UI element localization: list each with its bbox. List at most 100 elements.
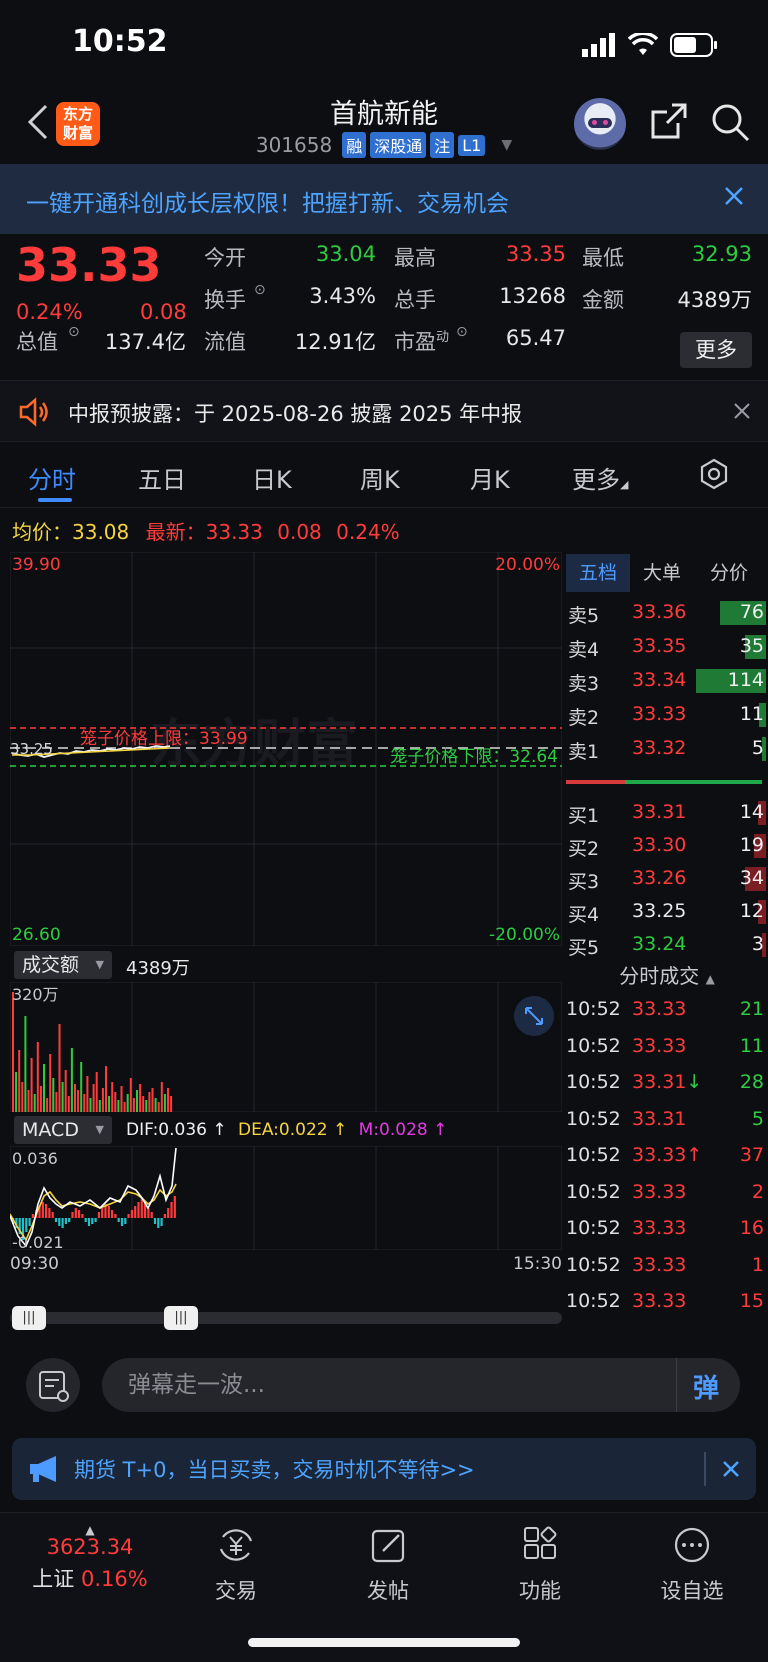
volume-bar xyxy=(61,1082,64,1112)
buy-level-row[interactable]: 买4 33.25 12 xyxy=(566,895,768,929)
prev-close-label: 33.25 xyxy=(10,740,53,758)
intraday-chart[interactable]: 东方财富 39.90 20.00% 26.60 -20.00% 33.25 笼子… xyxy=(9,551,563,947)
slider-handle-left[interactable]: ||| xyxy=(12,1306,46,1330)
amount-label: 金额 xyxy=(582,288,624,312)
tab-daily-k[interactable]: 日K xyxy=(252,460,292,495)
market-cap-value: 137.4亿 xyxy=(104,330,186,354)
macd-bar xyxy=(68,1218,71,1222)
tick-price-value: 33.33 xyxy=(632,998,687,1020)
level-label: 买1 xyxy=(568,805,600,827)
tab-five-day[interactable]: 五日 xyxy=(138,460,186,495)
tick-arrow: ↑ xyxy=(686,1144,703,1166)
tick-time: 10:52 xyxy=(566,998,621,1020)
ad-bar[interactable]: 期货 T+0，当日买卖，交易时机不等待>> xyxy=(12,1438,756,1500)
latest-value: 33.33 xyxy=(205,520,263,544)
macd-dif: DIF:0.036 ↑ xyxy=(126,1120,227,1140)
tab-big-order[interactable]: 大单 xyxy=(630,554,694,592)
volume-selector[interactable]: 成交额 ▼ xyxy=(14,951,112,979)
sell-level-row[interactable]: 卖3 33.34 114 xyxy=(566,664,768,698)
level-price: 33.30 xyxy=(632,834,687,856)
level-volume: 14 xyxy=(739,801,764,823)
volume-value: 13268 xyxy=(499,284,566,308)
chart-tabs: 分时 五日 日K 周K 月K 更多◢ xyxy=(0,442,768,508)
tick-row: 10:52 33.33 11 xyxy=(566,1029,768,1067)
chevron-down-icon[interactable]: ▼ xyxy=(501,137,512,153)
tick-title[interactable]: 分时成交 ▲ xyxy=(566,960,768,989)
volume-bar xyxy=(167,1088,169,1112)
tick-volume: 28 xyxy=(739,1071,764,1093)
tick-time: 10:52 xyxy=(566,1290,621,1312)
volume-bar xyxy=(92,1084,95,1112)
volume-bar xyxy=(89,1098,92,1112)
post-icon[interactable] xyxy=(26,1358,80,1412)
sell-level-row[interactable]: 卖5 33.36 76 xyxy=(566,596,768,630)
nav-trade[interactable]: 交易 xyxy=(176,1525,296,1605)
share-icon[interactable] xyxy=(650,102,688,140)
gear-icon[interactable] xyxy=(698,458,730,490)
macd-chart[interactable]: MACD ▼ DIF:0.036 ↑ DEA:0.022 ↑ M:0.028 ↑ … xyxy=(10,1112,562,1284)
macd-bar xyxy=(48,1208,51,1218)
level-volume: 35 xyxy=(739,635,764,657)
change-amount: 0.08 xyxy=(140,300,187,324)
promo-banner[interactable]: 一键开通科创成长层权限！把握打新、交易机会 xyxy=(0,164,768,234)
level-price: 33.35 xyxy=(632,635,687,657)
sell-level-row[interactable]: 卖4 33.35 35 xyxy=(566,630,768,664)
tick-row: 10:52 33.33↑ 37 xyxy=(566,1138,768,1176)
tag-level: L1 xyxy=(458,134,486,156)
tab-five-level[interactable]: 五档 xyxy=(566,554,630,592)
more-button[interactable]: 更多 xyxy=(680,332,752,368)
expand-icon[interactable] xyxy=(514,996,554,1036)
robot-assistant-icon[interactable] xyxy=(574,98,626,150)
tick-price: 33.31↓ xyxy=(632,1071,702,1093)
buy-level-row[interactable]: 买3 33.26 34 xyxy=(566,862,768,896)
search-icon[interactable] xyxy=(710,102,750,142)
level-price: 33.25 xyxy=(632,900,687,922)
sell-level-row[interactable]: 卖2 33.33 11 xyxy=(566,698,768,732)
danmaku-button[interactable]: 弹 xyxy=(676,1358,738,1412)
danmaku-input[interactable] xyxy=(102,1358,740,1412)
info-icon[interactable]: ⊙ xyxy=(254,282,266,298)
tab-monthly-k[interactable]: 月K xyxy=(470,460,510,495)
amount-value: 4389万 xyxy=(677,288,752,312)
volume-chart[interactable]: 成交额 ▼ 4389万 320万 xyxy=(10,946,562,1112)
volume-bar xyxy=(18,1050,21,1112)
slider-handle-right[interactable]: ||| xyxy=(164,1306,198,1330)
index-ticker[interactable]: ▲ 3623.34 上证 0.16% xyxy=(20,1524,160,1593)
macd-bar xyxy=(84,1218,87,1222)
info-icon[interactable]: ⊙ xyxy=(68,324,80,340)
tab-intraday[interactable]: 分时 xyxy=(28,460,76,495)
nav-add-watchlist[interactable]: 设自选 xyxy=(632,1525,752,1605)
tab-price-distribution[interactable]: 分价 xyxy=(694,554,764,592)
level-volume: 5 xyxy=(751,737,764,759)
promo-text: 一键开通科创成长层权限！把握打新、交易机会 xyxy=(26,191,509,217)
nav-functions[interactable]: 功能 xyxy=(480,1525,600,1605)
macd-bar xyxy=(111,1210,114,1218)
tick-price-value: 33.33 xyxy=(632,1253,687,1276)
tick-arrow: ↓ xyxy=(686,1071,703,1093)
time-slider[interactable]: ||| ||| xyxy=(10,1302,562,1336)
close-icon[interactable] xyxy=(720,1458,742,1480)
notice-bar[interactable]: 中报预披露：于 2025-08-26 披露 2025 年中报 xyxy=(0,380,768,442)
macd-dea: DEA:0.022 ↑ xyxy=(238,1120,348,1140)
close-icon[interactable] xyxy=(720,182,748,210)
nav-post[interactable]: 发帖 xyxy=(328,1525,448,1605)
buy-level-row[interactable]: 买1 33.31 14 xyxy=(566,796,768,830)
level-volume: 19 xyxy=(739,834,764,856)
tab-more[interactable]: 更多◢ xyxy=(572,460,628,495)
tick-list[interactable]: 分时成交 ▲ 10:52 33.33 21 10:52 33.33 11 10:52 33.3… xyxy=(566,960,768,1340)
tick-row: 10:52 33.31↓ 28 xyxy=(566,1065,768,1103)
sell-level-row[interactable]: 卖1 33.32 5 xyxy=(566,732,768,766)
tick-price: 33.31 xyxy=(632,1108,686,1130)
close-icon[interactable] xyxy=(732,401,752,421)
index-pct: 0.16% xyxy=(80,1567,148,1591)
x-start-label: 09:30 xyxy=(10,1254,59,1274)
buy-level-row[interactable]: 买2 33.30 19 xyxy=(566,829,768,863)
tab-weekly-k[interactable]: 周K xyxy=(360,460,400,495)
upper-limit-label: 笼子价格上限：33.99 xyxy=(80,729,248,749)
macd-selector[interactable]: MACD ▼ xyxy=(14,1116,112,1144)
tick-time: 10:52 xyxy=(566,1144,621,1166)
volume-bar xyxy=(111,1082,114,1112)
buy-level-row[interactable]: 买5 33.24 3 xyxy=(566,928,768,962)
y-min-label: 26.60 xyxy=(12,925,61,945)
high-label: 最高 xyxy=(394,246,436,270)
